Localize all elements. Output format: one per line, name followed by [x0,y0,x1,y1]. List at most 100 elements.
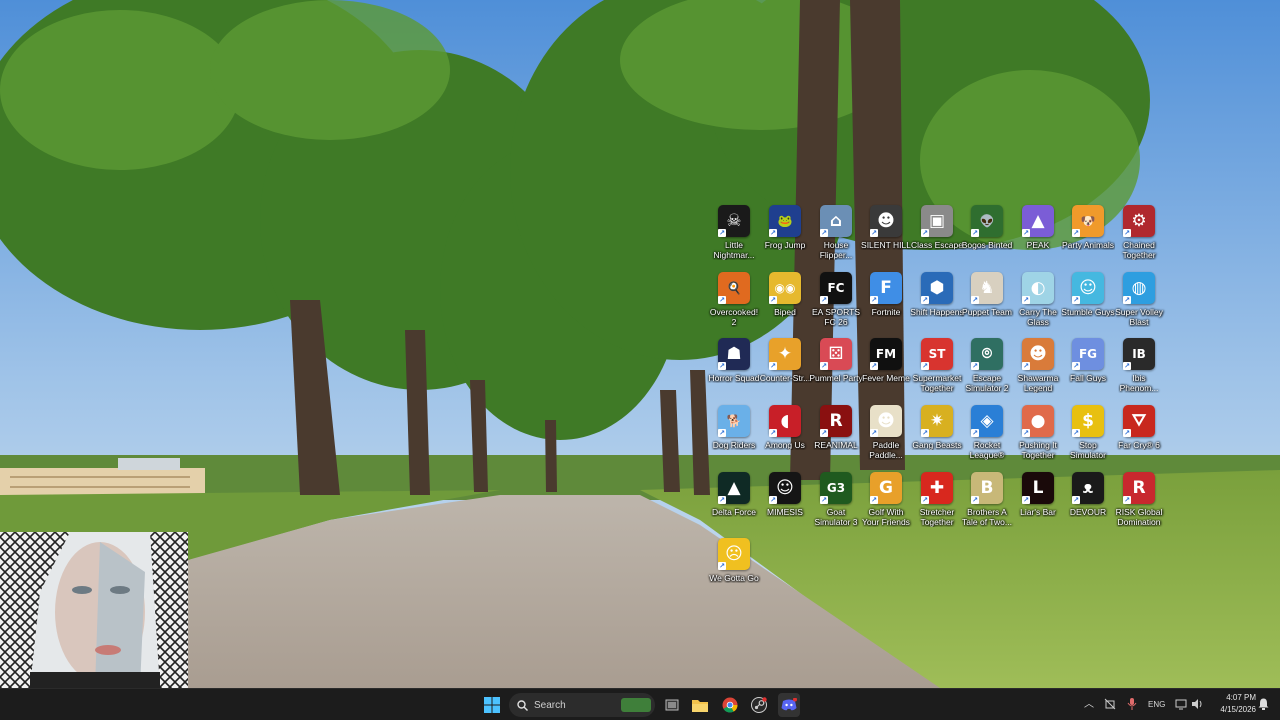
desktop-icon-label: Puppet Team [962,307,1012,317]
taskbar: Search ︿ ENG 4:07 PM 4/15/2026 [0,688,1280,720]
desktop-icon-label: DEVOUR [1069,507,1107,517]
desktop-icon[interactable]: ☗ ↗ Horror Squad [708,336,760,400]
desktop-icon[interactable]: ⚄ ↗ Pummel Party [809,336,863,400]
desktop-icon-label: Stretcher Together [919,507,955,527]
app-icon: FC ↗ [820,272,852,304]
desktop-icon[interactable]: ▲ ↗ Delta Force [709,470,759,534]
notifications-muted-icon[interactable] [1104,698,1116,710]
language-indicator[interactable]: ENG [1148,698,1165,712]
app-icon: ◍ ↗ [1123,272,1155,304]
task-view-icon [665,699,679,711]
clock-date: 4/15/2026 [1220,705,1256,714]
desktop-icon-label: MIMESIS [767,507,803,517]
shortcut-arrow-icon: ↗ [971,496,979,504]
desktop-icon[interactable]: ST ↗ Supermarket Together [912,336,962,400]
shortcut-arrow-icon: ↗ [1072,362,1080,370]
desktop-icon-label: Frog Jump [764,240,806,250]
desktop-icon[interactable]: ✦ ↗ Counter-Str... [760,336,810,400]
desktop-icon-label: Far Cry® 6 [1118,440,1160,450]
desktop-icon[interactable]: ⚙ ↗ Chained Together [1114,203,1164,267]
desktop-icon[interactable]: G ↗ Golf With Your Friends [861,470,911,534]
desktop-icon[interactable]: ⬢ ↗ Shift Happens [910,270,964,334]
desktop-icon[interactable]: B ↗ Brothers A Tale of Two... [962,470,1012,534]
desktop-icon[interactable]: ☠ ↗ Little Nightmar... [709,203,759,267]
shortcut-arrow-icon: ↗ [870,496,878,504]
clock[interactable]: 4:07 PM 4/15/2026 [1210,692,1256,716]
desktop-icon-label: Overcooked! 2 [709,307,759,327]
desktop-icon[interactable]: $ ↗ Stop Simulator [1063,403,1113,467]
shortcut-arrow-icon: ↗ [1022,362,1030,370]
app-icon: ST ↗ [921,338,953,370]
app-icon: ☗ ↗ [718,338,750,370]
task-view-button[interactable] [661,693,683,717]
notification-bell-icon[interactable] [1258,698,1269,710]
desktop-icon[interactable]: ✚ ↗ Stretcher Together [912,470,962,534]
desktop-icon[interactable]: FG ↗ Fall Guys [1063,336,1113,400]
file-explorer-button[interactable] [689,693,711,717]
app-icon: ✚ ↗ [921,472,953,504]
desktop-icon[interactable]: 🍳 ↗ Overcooked! 2 [709,270,759,334]
desktop-icon[interactable]: F ↗ Fortnite [861,270,911,334]
app-icon: ▣ ↗ [921,205,953,237]
desktop-icon[interactable]: ⌾ ↗ Escape Simulator 2 [962,336,1012,400]
chrome-button[interactable] [719,693,741,717]
desktop-icon[interactable]: ☻ ↗ Shawarma Legend [1013,336,1063,400]
desktop-icon[interactable]: ● ↗ Pushing It Together [1013,403,1063,467]
desktop-icon[interactable]: ☺ ↗ MIMESIS [760,470,810,534]
desktop-icon[interactable]: R ↗ REANIMAL [811,403,861,467]
desktop-icon[interactable]: ◖ ↗ Among Us [760,403,810,467]
desktop-icon[interactable]: ⌂ ↗ House Flipper... [811,203,861,267]
network-icon[interactable] [1175,698,1187,710]
app-icon: ⌂ ↗ [820,205,852,237]
desktop-icon[interactable]: 🐕 ↗ Dog Riders [709,403,759,467]
discord-button[interactable] [778,693,800,717]
chevron-up-icon[interactable]: ︿ [1084,698,1094,712]
taskbar-search-box[interactable]: Search [509,693,655,717]
app-icon: ☠ ↗ [718,205,750,237]
app-icon: FG ↗ [1072,338,1104,370]
windows-logo-icon [484,697,500,713]
desktop-icon[interactable]: ☹ ↗ We Gotta Go [709,536,759,600]
desktop-icon[interactable]: R ↗ RISK Global Domination [1114,470,1164,534]
shortcut-arrow-icon: ↗ [921,229,929,237]
app-icon: ☹ ↗ [718,538,750,570]
desktop-icon[interactable]: ◍ ↗ Super Volley Blast [1114,270,1164,334]
volume-icon[interactable] [1191,698,1203,710]
microphone-icon[interactable] [1127,698,1137,710]
desktop-icon[interactable]: ♞ ↗ Puppet Team [962,270,1012,334]
shortcut-arrow-icon: ↗ [769,362,777,370]
desktop-icon-label: SILENT HILL [861,240,911,250]
desktop-icon[interactable]: ◉◉ ↗ Biped [760,270,810,334]
desktop-icon[interactable]: 🐶 ↗ Party Animals [1062,203,1114,267]
desktop-icon[interactable]: ✷ ↗ Gang Beasts [912,403,962,467]
shortcut-arrow-icon: ↗ [820,429,828,437]
desktop-icon[interactable]: IB ↗ Ibis Phenom... [1114,336,1164,400]
desktop-icon[interactable]: FM ↗ Fever Meme [861,336,911,400]
desktop-icon[interactable]: ▣ ↗ Class Escape [911,203,963,267]
shortcut-arrow-icon: ↗ [870,296,878,304]
desktop-icon[interactable]: ◈ ↗ Rocket League® [962,403,1012,467]
desktop-icon[interactable]: ☺ ↗ Stumble Guys [1061,270,1115,334]
desktop-icon[interactable]: ⛛ ↗ Far Cry® 6 [1114,403,1164,467]
desktop-icon[interactable]: ☻ ↗ SILENT HILL [861,203,911,267]
steam-button[interactable] [748,693,770,717]
desktop-icon[interactable]: 👽 ↗ Bogos Binted [962,203,1012,267]
desktop-icon[interactable]: L ↗ Liar's Bar [1013,470,1063,534]
desktop-icon[interactable]: ᴥ ↗ DEVOUR [1063,470,1113,534]
search-icon [517,699,528,711]
shortcut-arrow-icon: ↗ [870,429,878,437]
app-icon: ⌾ ↗ [971,338,1003,370]
desktop-icon[interactable]: FC ↗ EA SPORTS FC 26 [811,270,861,334]
shortcut-arrow-icon: ↗ [820,229,828,237]
start-button[interactable] [481,693,503,717]
app-icon: ⬢ ↗ [921,272,953,304]
desktop-icon[interactable]: ▲ ↗ PEAK [1013,203,1063,267]
shortcut-arrow-icon: ↗ [1022,496,1030,504]
desktop-icon[interactable]: ◐ ↗ Carry The Glass [1013,270,1063,334]
shortcut-arrow-icon: ↗ [870,229,878,237]
search-highlight-art [621,698,651,712]
desktop-icon[interactable]: 🐸 ↗ Frog Jump [760,203,810,267]
desktop-icon[interactable]: G3 ↗ Goat Simulator 3 [811,470,861,534]
webcam-overlay [0,532,188,688]
desktop-icon[interactable]: ☻ ↗ Paddle Paddle... [861,403,911,467]
